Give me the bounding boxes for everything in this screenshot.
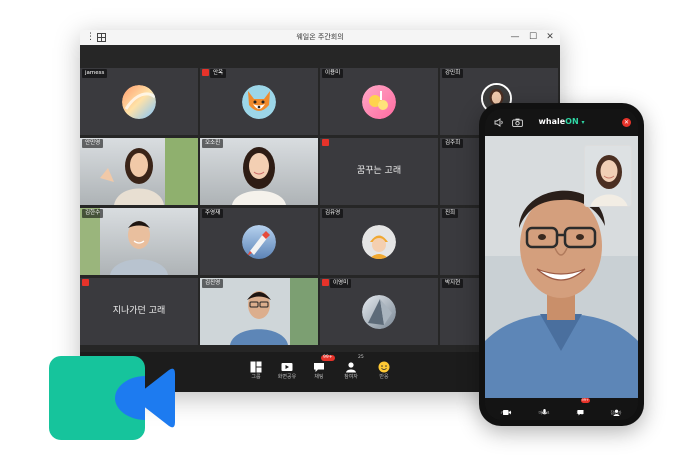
participant-name: 오소진	[202, 139, 224, 148]
participant-name: 주영재	[202, 209, 224, 218]
participant-tile[interactable]: 안옥	[200, 68, 318, 135]
participant-avatar	[242, 84, 276, 119]
toolbar-button-label: 채팅	[314, 374, 324, 380]
toolbar-button-chat[interactable]: 99+ 채팅	[301, 355, 337, 380]
participant-tile[interactable]: jamess	[80, 68, 198, 135]
participant-name: 김한수	[82, 209, 104, 218]
participant-name: 진희	[442, 209, 459, 218]
window-title: 웨일온 주간회의	[296, 33, 344, 41]
participants-icon: 25	[345, 355, 364, 373]
mic-muted-icon	[322, 279, 329, 286]
mic-muted-icon	[82, 279, 89, 286]
participant-nickname: 지나가던 고래	[112, 306, 166, 316]
participants-icon	[613, 401, 620, 416]
mic-muted-icon	[202, 69, 209, 76]
participant-tile[interactable]: 지나가던 고래	[80, 278, 198, 345]
participant-name: 이영미	[330, 279, 352, 288]
participant-avatar	[242, 224, 276, 259]
brand-text: whale	[538, 117, 566, 126]
participant-avatar	[362, 224, 396, 259]
mic-muted-icon	[322, 139, 329, 146]
toolbar-button-emoji[interactable]: 반응	[366, 358, 402, 380]
participant-tile[interactable]: 김한수	[80, 208, 198, 275]
chat-icon: 99+	[577, 398, 590, 416]
participant-name: 김주희	[442, 139, 464, 148]
end-call-button[interactable]: ✕	[622, 118, 631, 127]
close-icon[interactable]: ✕	[543, 30, 557, 45]
maximize-icon[interactable]: ☐	[526, 30, 540, 45]
toolbar-button-label: 반응	[379, 374, 389, 380]
self-view-pip[interactable]	[584, 145, 632, 207]
participant-count: 25	[358, 355, 364, 360]
participant-avatar	[122, 84, 156, 119]
video-camera-icon	[502, 401, 511, 415]
phone-toolbar-button-microphone[interactable]: 마이크	[529, 401, 559, 415]
participant-tile[interactable]: 오소진	[200, 138, 318, 205]
participant-tile[interactable]: 주영재	[200, 208, 318, 275]
emoji-icon	[378, 358, 390, 373]
participant-name: 안옥	[210, 69, 227, 78]
minimize-icon[interactable]: —	[508, 30, 522, 45]
participant-tile[interactable]: 꿈꾸는 고래	[320, 138, 438, 205]
participant-tile[interactable]: 안민영	[80, 138, 198, 205]
microphone-icon	[541, 401, 548, 415]
participant-tile[interactable]: 김유영	[320, 208, 438, 275]
toolbar-button-participants[interactable]: 25 참여자	[333, 355, 369, 380]
participant-name: 안민영	[82, 139, 104, 148]
brand-accent-text: ON	[565, 117, 579, 126]
participant-tile[interactable]: 김진영	[200, 278, 318, 345]
participant-name: 박지현	[442, 279, 464, 288]
phone-screen: whaleON ▾ ✕ 99+	[485, 109, 638, 420]
whaleon-brand[interactable]: whaleON ▾	[485, 116, 638, 129]
participant-avatar	[362, 294, 396, 329]
participant-name: jamess	[82, 69, 108, 78]
participant-name: 김유영	[322, 209, 344, 218]
participant-name: 이용미	[322, 69, 344, 78]
participant-name: 김진영	[202, 279, 224, 288]
participant-name: 강민희	[442, 69, 464, 78]
phone-header: whaleON ▾ ✕	[485, 109, 638, 136]
participant-tile[interactable]: 이용미	[320, 68, 438, 135]
chat-icon: 99+	[313, 355, 335, 372]
participant-avatar	[362, 84, 396, 119]
phone-toolbar: 카메라 마이크 99+채팅 참여자	[485, 398, 638, 420]
phone-toolbar-button-participants[interactable]: 참여자	[601, 401, 631, 416]
screen-share-icon	[281, 358, 293, 371]
whaleon-video-logo-icon	[49, 356, 175, 440]
phone-toolbar-button-chat[interactable]: 99+채팅	[565, 398, 595, 416]
participant-nickname: 꿈꾸는 고래	[356, 166, 402, 176]
mobile-phone: whaleON ▾ ✕ 99+	[479, 103, 644, 426]
toolbar-button-screen-share[interactable]: 화면공유	[269, 358, 305, 380]
title-bar: ⋮ 웨일온 주간회의 — ☐ ✕	[80, 30, 560, 45]
chevron-down-icon: ▾	[581, 119, 585, 126]
layout-icon	[250, 358, 262, 373]
toolbar-button-label: 참여자	[344, 374, 358, 380]
phone-toolbar-button-video-camera[interactable]: 카메라	[491, 401, 521, 415]
toolbar-button-label: 화면공유	[277, 374, 297, 380]
chat-badge: 99+	[580, 398, 590, 403]
participant-tile[interactable]: 이영미	[320, 278, 438, 345]
